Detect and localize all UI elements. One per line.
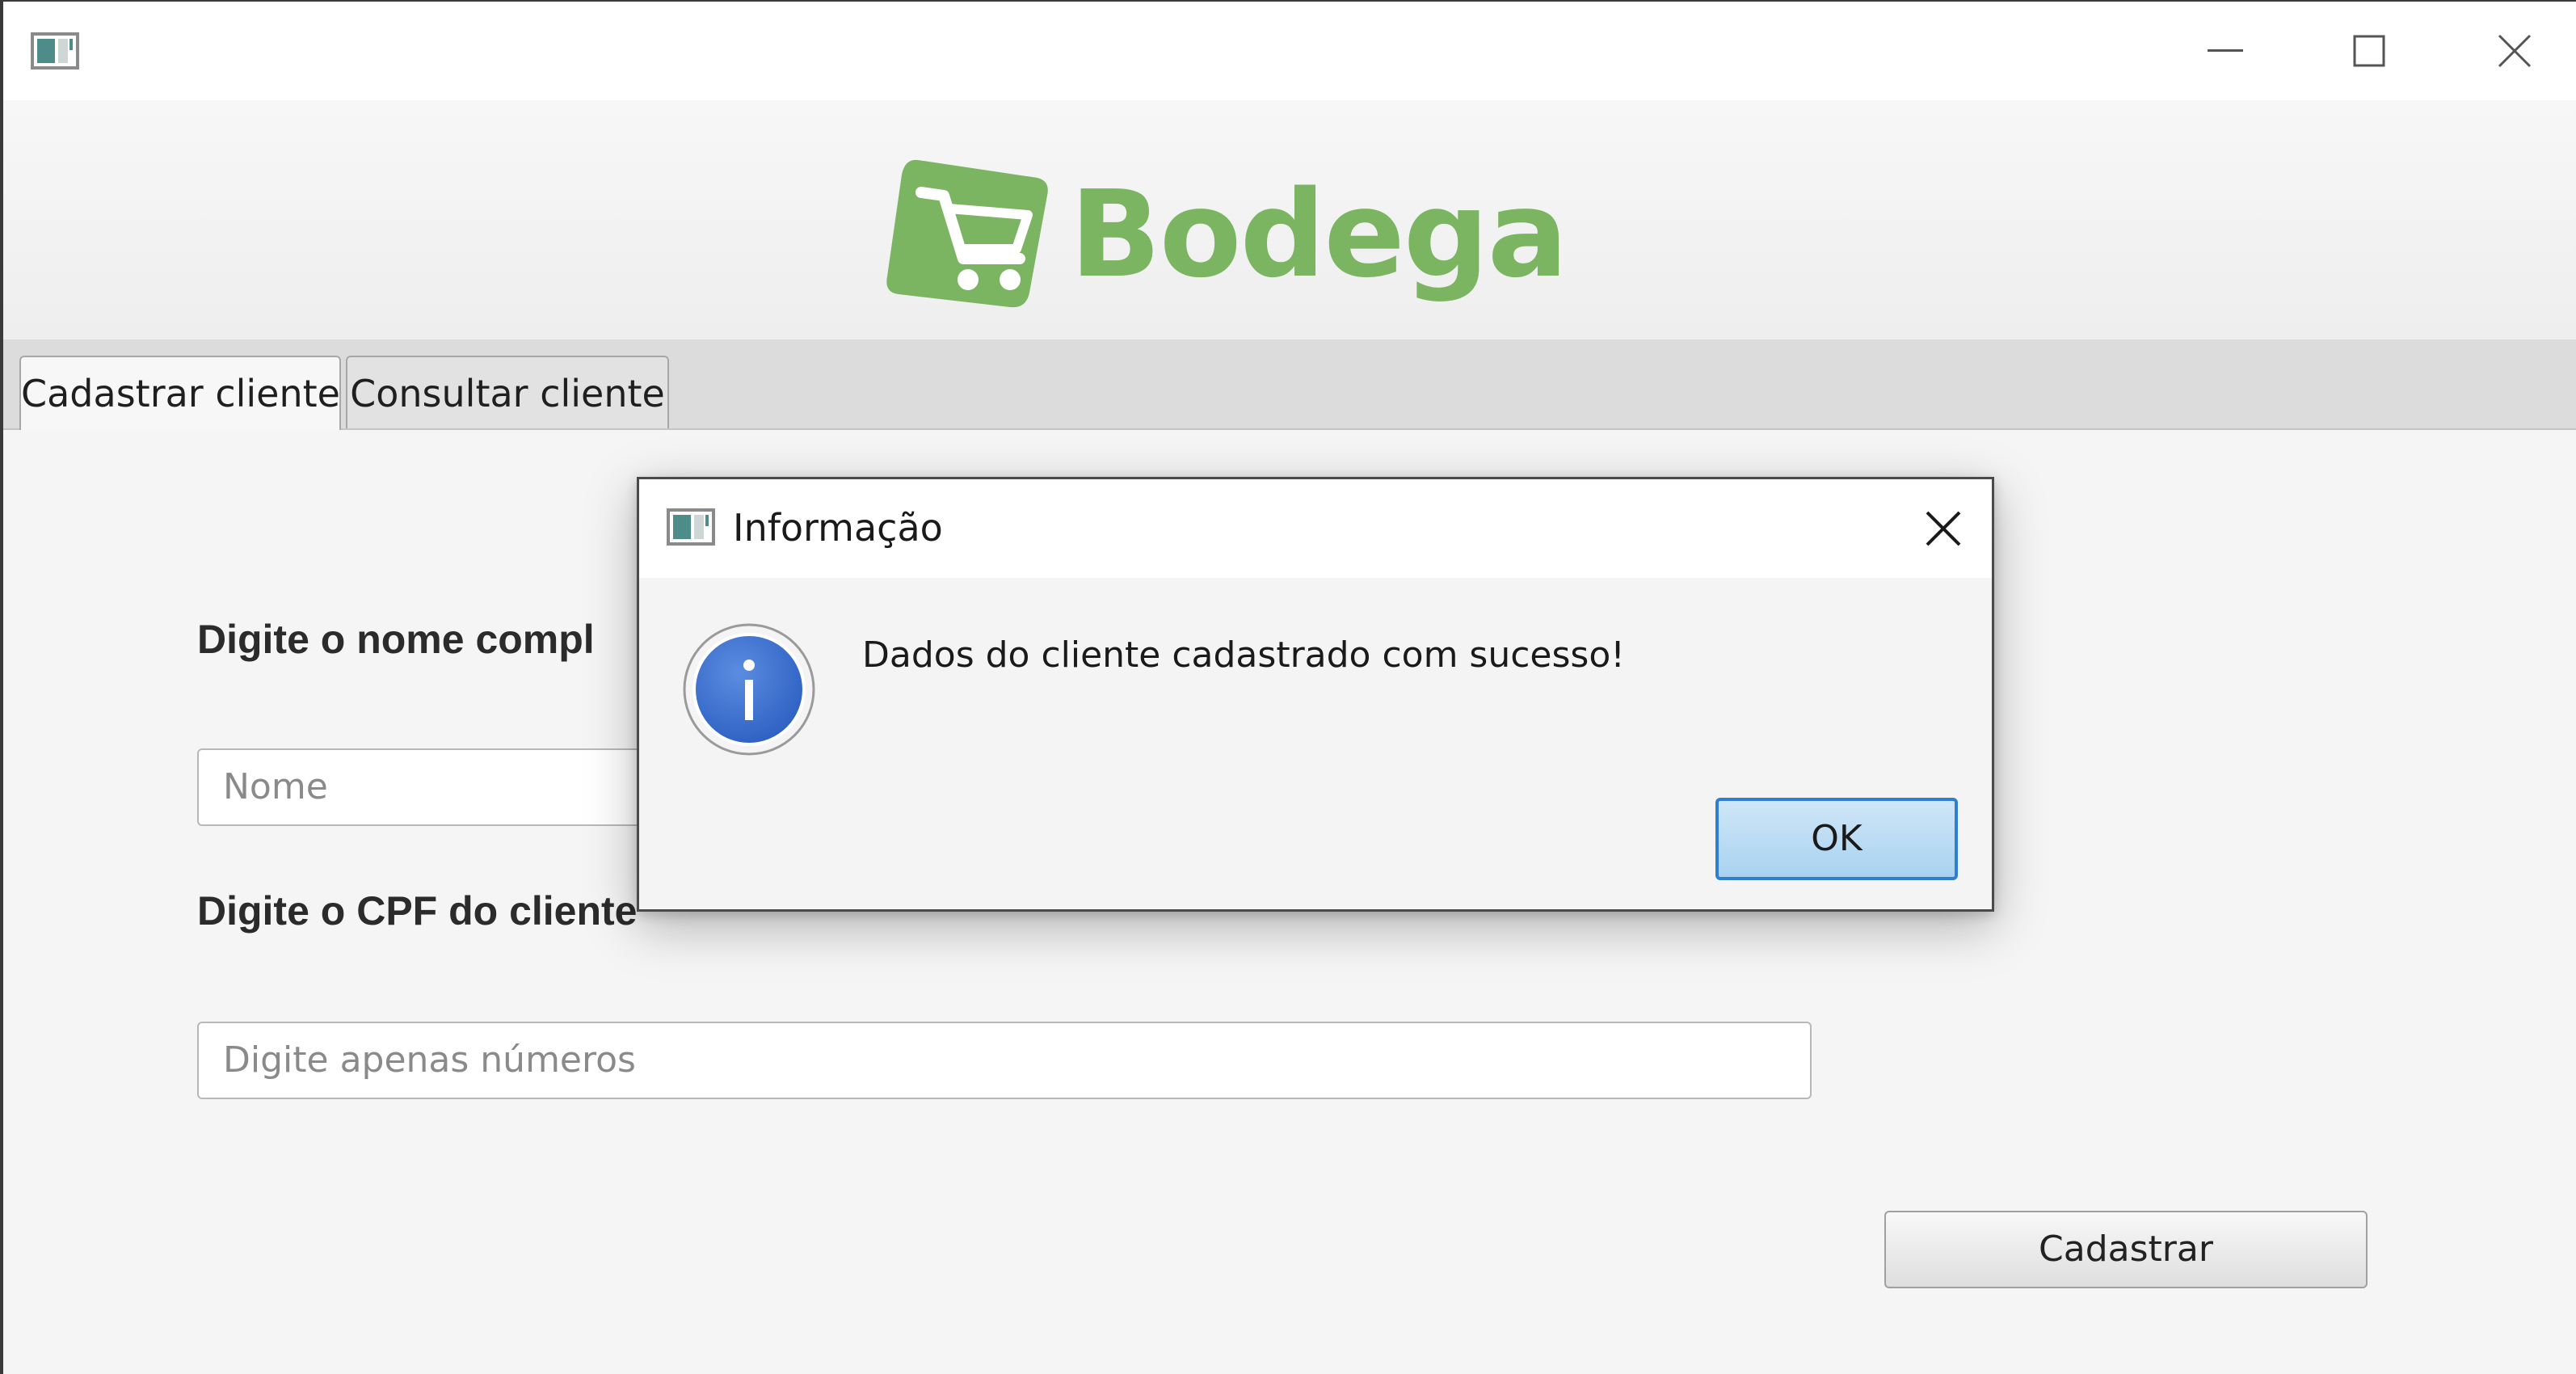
- info-dialog: Informação Dados do cliente cadastrado c…: [637, 477, 1994, 912]
- maximize-button[interactable]: [2296, 2, 2442, 100]
- maximize-icon: [2353, 35, 2385, 67]
- tab-consultar-cliente[interactable]: Consultar cliente: [346, 356, 669, 428]
- logo-wordmark: Bodega: [1070, 165, 1568, 304]
- name-field-label: Digite o nome compl: [197, 617, 595, 662]
- app-window: Bodega Cadastrar cliente Consultar clien…: [0, 0, 2576, 1374]
- cadastrar-button[interactable]: Cadastrar: [1884, 1211, 2368, 1288]
- minimize-icon: [2208, 49, 2243, 52]
- cpf-input[interactable]: Digite apenas números: [197, 1022, 1812, 1099]
- ok-button[interactable]: OK: [1715, 798, 1958, 880]
- close-button[interactable]: [2442, 2, 2576, 100]
- close-icon: [2498, 34, 2532, 68]
- dialog-title: Informação: [733, 506, 943, 550]
- window-titlebar: [3, 2, 2576, 100]
- dialog-close-button[interactable]: [1895, 479, 1992, 578]
- tab-cadastrar-cliente[interactable]: Cadastrar cliente: [19, 356, 341, 432]
- minimize-button[interactable]: [2153, 2, 2298, 100]
- cpf-field-label: Digite o CPF do cliente: [197, 888, 638, 934]
- app-window-icon: [31, 32, 79, 70]
- tab-strip: Cadastrar cliente Consultar cliente: [3, 339, 2576, 432]
- dialog-window-icon: [667, 508, 715, 546]
- dialog-titlebar: Informação: [639, 479, 1992, 578]
- shopping-cart-icon: [886, 159, 1048, 308]
- header-banner: Bodega: [3, 100, 2576, 339]
- dialog-message: Dados do cliente cadastrado com sucesso!: [862, 634, 1625, 676]
- info-icon: [683, 623, 815, 756]
- close-icon: [1926, 511, 1961, 546]
- bodega-logo: Bodega: [884, 150, 1568, 325]
